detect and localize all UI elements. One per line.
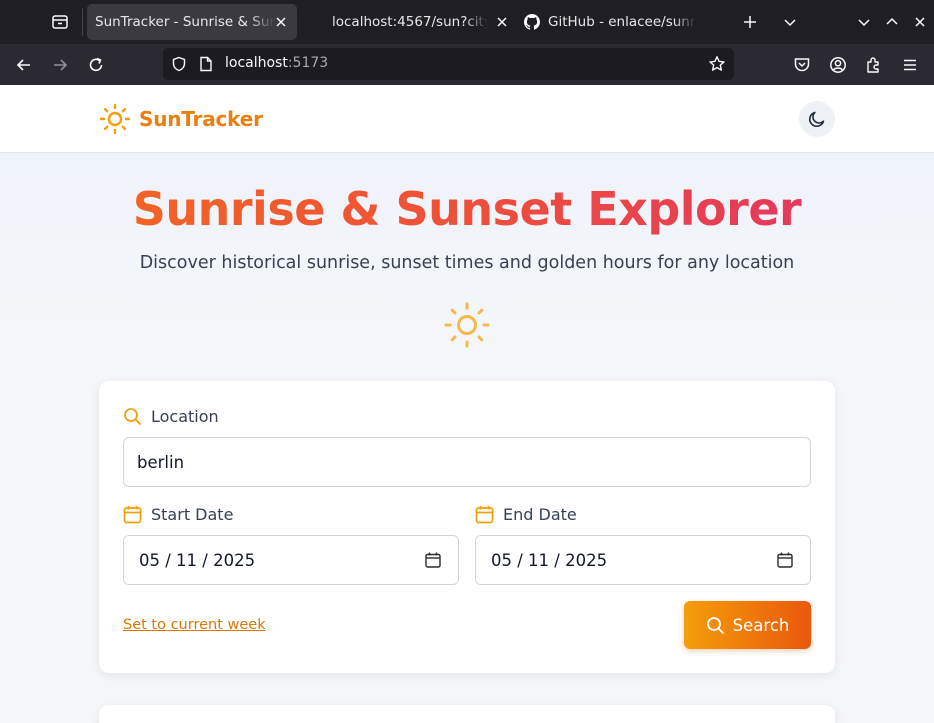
window-close-button[interactable]: [910, 12, 930, 32]
search-icon: [706, 616, 724, 634]
location-input[interactable]: berlin: [123, 437, 811, 487]
url-port: :5173: [287, 55, 329, 71]
end-date-picker-button[interactable]: [777, 552, 793, 572]
end-date-label: End Date: [475, 505, 577, 524]
tab-title: GitHub - enlacee/sunrise-sunset: [548, 14, 696, 30]
star-icon[interactable]: [708, 55, 726, 73]
address-bar[interactable]: localhost:5173: [163, 48, 734, 80]
plus-icon: [744, 16, 756, 28]
tab-title: localhost:4567/sun?city=berlin: [332, 14, 488, 30]
calendar-icon: [425, 552, 441, 568]
location-input-value: berlin: [137, 452, 185, 472]
tab-list-icon: [52, 15, 68, 29]
maximize-icon: [886, 17, 898, 25]
site-header: SunTracker: [0, 85, 934, 153]
url-text[interactable]: localhost:5173: [225, 55, 328, 71]
window-maximize-button[interactable]: [882, 12, 902, 32]
forward-button[interactable]: [47, 52, 73, 78]
browser-tab-bar: SunTracker - Sunrise & Sunset Explorer l…: [0, 0, 934, 44]
tab-github[interactable]: GitHub - enlacee/sunrise-sunset: [518, 4, 708, 40]
end-date-input[interactable]: 05 / 11 / 2025: [475, 535, 811, 585]
account-button[interactable]: [825, 52, 851, 78]
app-menu-button[interactable]: [897, 52, 923, 78]
extensions-button[interactable]: [861, 52, 887, 78]
moon-icon: [809, 111, 825, 127]
close-icon: [276, 17, 286, 27]
extensions-icon: [867, 57, 879, 73]
calendar-icon: [777, 552, 793, 568]
end-date-value: 05 / 11 / 2025: [491, 550, 608, 570]
tab-title: SunTracker - Sunrise & Sunset Explorer: [95, 14, 275, 30]
page-icon[interactable]: [199, 56, 213, 72]
tab-close-button[interactable]: [273, 14, 289, 30]
reload-icon: [89, 57, 103, 72]
end-date-label-text: End Date: [503, 505, 577, 524]
forward-icon: [54, 59, 68, 71]
tab-overflow-button[interactable]: [778, 10, 802, 34]
sun-icon: [444, 302, 490, 348]
url-host: localhost: [225, 55, 288, 71]
tab-suntracker[interactable]: SunTracker - Sunrise & Sunset Explorer: [87, 4, 297, 40]
menu-icon: [904, 59, 916, 71]
theme-toggle-button[interactable]: [799, 101, 835, 137]
brand-name: SunTracker: [139, 107, 263, 131]
hero-subtitle: Discover historical sunrise, sunset time…: [139, 253, 795, 273]
search-button[interactable]: Search: [684, 601, 811, 649]
back-icon: [16, 59, 30, 71]
shield-icon[interactable]: [171, 56, 187, 72]
chevron-down-icon: [784, 19, 796, 27]
brand-logo[interactable]: SunTracker: [99, 103, 263, 135]
search-icon: [124, 408, 141, 425]
search-button-label: Search: [732, 615, 790, 635]
pocket-button[interactable]: [789, 52, 815, 78]
close-icon: [497, 17, 507, 27]
start-date-label: Start Date: [123, 505, 233, 524]
github-icon: [524, 14, 540, 30]
back-button[interactable]: [11, 52, 37, 78]
start-date-label-text: Start Date: [151, 505, 234, 524]
minimize-icon: [858, 19, 870, 27]
location-label: Location: [123, 407, 219, 426]
browser-nav-bar: localhost:5173: [0, 44, 934, 85]
calendar-icon: [475, 506, 494, 524]
start-date-value: 05 / 11 / 2025: [139, 550, 256, 570]
account-icon: [830, 57, 846, 73]
tab-separator: [82, 8, 83, 36]
start-date-picker-button[interactable]: [425, 552, 441, 572]
calendar-icon: [123, 506, 142, 524]
hero-title: Sunrise & Sunset Explorer: [0, 181, 934, 237]
new-tab-button[interactable]: [738, 10, 762, 34]
close-icon: [915, 17, 925, 27]
tab-localhost-sun[interactable]: localhost:4567/sun?city=berlin: [312, 4, 518, 40]
sun-icon: [99, 103, 131, 135]
window-minimize-button[interactable]: [854, 12, 874, 32]
search-form-card: Location berlin Start Date 05 / 11 / 202…: [99, 381, 835, 673]
reload-button[interactable]: [83, 52, 109, 78]
start-date-input[interactable]: 05 / 11 / 2025: [123, 535, 459, 585]
results-card: [99, 705, 835, 723]
tab-list-button[interactable]: [44, 6, 76, 38]
set-current-week-link[interactable]: Set to current week: [123, 617, 266, 633]
page-viewport: SunTracker Sunrise & Sunset Explorer Dis…: [0, 85, 934, 723]
location-label-text: Location: [151, 407, 219, 426]
tab-close-button[interactable]: [494, 14, 510, 30]
pocket-icon: [794, 58, 810, 72]
